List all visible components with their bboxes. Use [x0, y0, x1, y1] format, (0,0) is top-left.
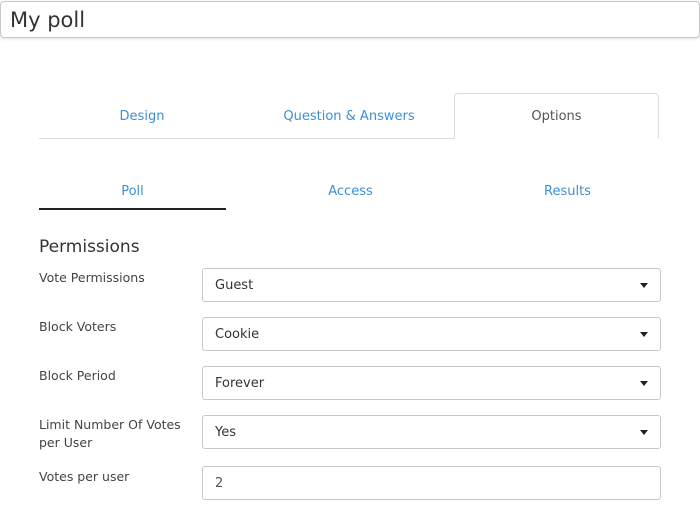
limit-votes-select[interactable]: Yes	[202, 415, 661, 449]
block-period-value: Forever	[215, 375, 265, 391]
poll-title-input[interactable]	[0, 1, 700, 38]
block-voters-value: Cookie	[215, 326, 260, 342]
limit-votes-label: Limit Number Of Votes per User	[39, 417, 181, 450]
block-voters-label: Block Voters	[39, 319, 117, 334]
vote-permissions-label: Vote Permissions	[39, 270, 145, 285]
vote-permissions-value: Guest	[215, 277, 254, 293]
block-period-label: Block Period	[39, 368, 116, 383]
votes-per-user-label: Votes per user	[39, 469, 130, 484]
tab-design[interactable]: Design	[39, 93, 245, 139]
caret-down-icon	[640, 283, 648, 288]
votes-per-user-input[interactable]	[202, 466, 661, 500]
limit-votes-value: Yes	[215, 424, 236, 440]
caret-down-icon	[640, 332, 648, 337]
block-voters-select[interactable]: Cookie	[202, 317, 661, 351]
options-subtabs: Poll Access Results	[39, 176, 659, 210]
subtab-poll[interactable]: Poll	[39, 176, 226, 210]
permissions-heading: Permissions	[39, 237, 140, 257]
active-subtab-indicator	[39, 208, 226, 210]
tab-options[interactable]: Options	[454, 93, 659, 139]
subtab-access[interactable]: Access	[257, 176, 444, 210]
main-tabs: Design Question & Answers Options	[39, 93, 659, 139]
caret-down-icon	[640, 381, 648, 386]
block-period-select[interactable]: Forever	[202, 366, 661, 400]
tab-question-answers[interactable]: Question & Answers	[245, 93, 453, 139]
caret-down-icon	[640, 430, 648, 435]
subtab-results[interactable]: Results	[474, 176, 661, 210]
vote-permissions-select[interactable]: Guest	[202, 268, 661, 302]
